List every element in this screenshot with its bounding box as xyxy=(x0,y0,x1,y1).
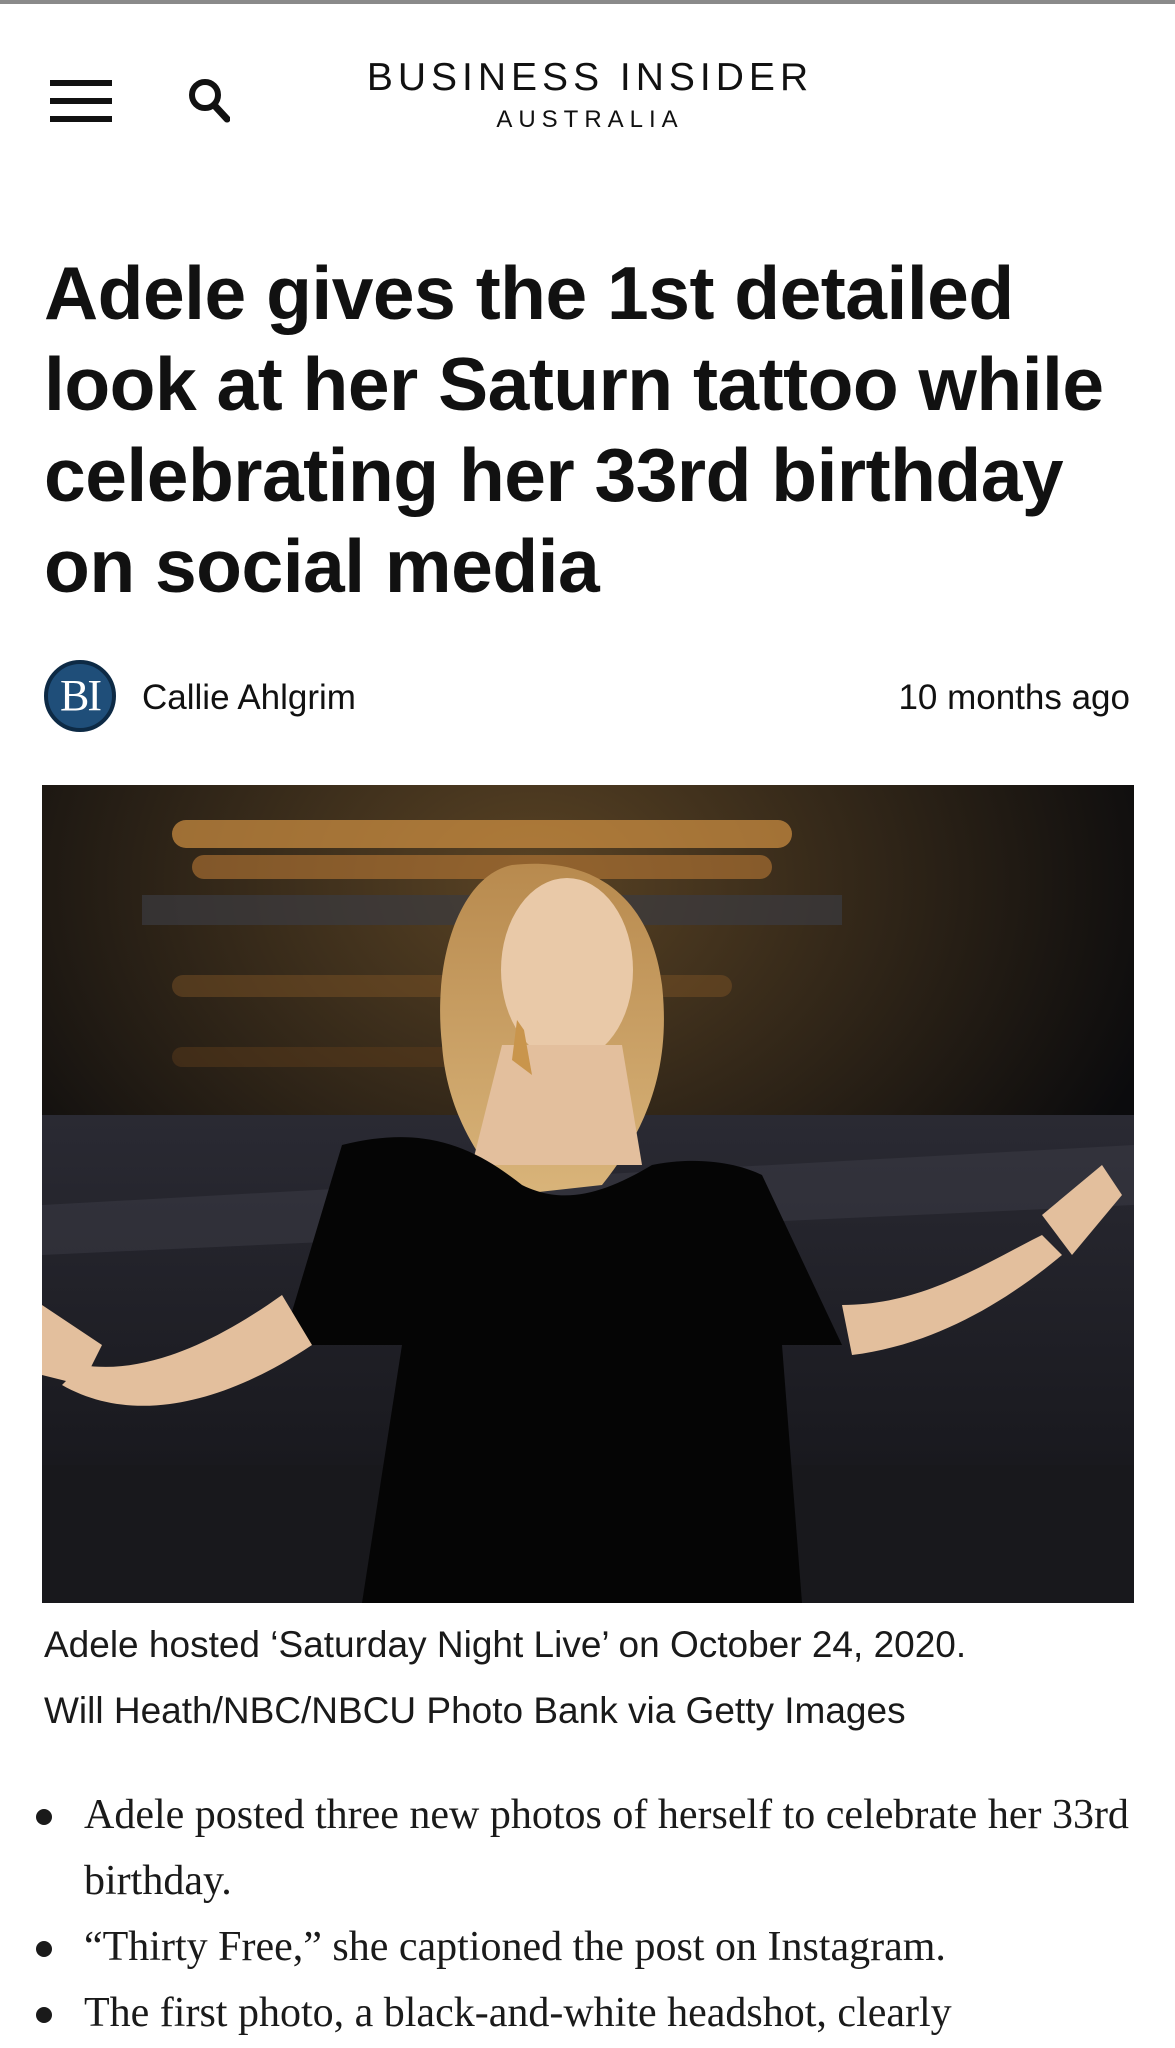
author-avatar[interactable]: BI xyxy=(44,660,116,732)
publish-time: 10 months ago xyxy=(898,678,1130,717)
list-item: The first photo, a black-and-white heads… xyxy=(34,1980,1144,2046)
brand-name: BUSINESS INSIDER xyxy=(366,56,814,99)
caption-text: Adele hosted ‘Saturday Night Live’ on Oc… xyxy=(44,1624,967,1665)
article-headline: Adele gives the 1st detailed look at her… xyxy=(44,251,1104,608)
search-icon[interactable] xyxy=(188,78,231,124)
key-points-list: Adele posted three new photos of herself… xyxy=(34,1782,1144,2046)
article-byline: BI Callie Ahlgrim 10 months ago xyxy=(44,660,1130,732)
hero-photo xyxy=(42,785,1134,1603)
list-item: “Thirty Free,” she captioned the post on… xyxy=(34,1914,1144,1980)
site-logo[interactable]: BUSINESS INSIDER AUSTRALIA xyxy=(330,56,850,134)
hamburger-menu-icon[interactable] xyxy=(50,80,112,122)
site-header: BUSINESS INSIDER AUSTRALIA xyxy=(0,4,1175,164)
photo-credit: Will Heath/NBC/NBCU Photo Bank via Getty… xyxy=(44,1690,906,1731)
brand-region: AUSTRALIA xyxy=(496,106,684,133)
photo-caption: Adele hosted ‘Saturday Night Live’ on Oc… xyxy=(44,1612,1134,1744)
author-name[interactable]: Callie Ahlgrim xyxy=(142,678,356,718)
list-item: Adele posted three new photos of herself… xyxy=(34,1782,1144,1914)
